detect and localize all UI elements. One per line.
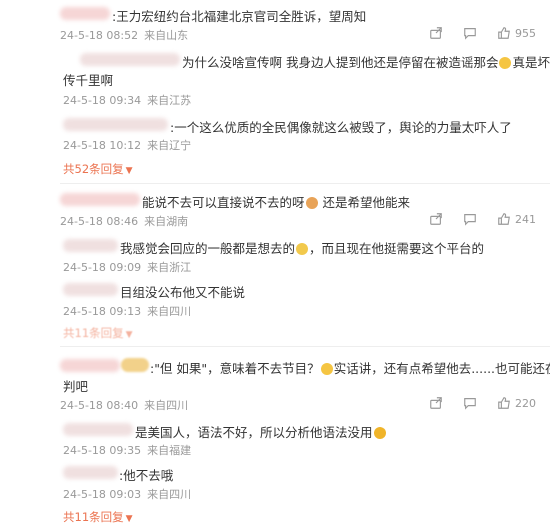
- comment-location: 来自山东: [144, 29, 189, 42]
- comment-date: 24-5-18 08:52: [60, 29, 139, 42]
- comment-location: 来自湖南: [144, 215, 189, 228]
- reply-date: 24-5-18 09:34: [63, 94, 142, 107]
- chevron-down-icon: ▼: [125, 330, 133, 340]
- reply-location: 来自浙江: [147, 261, 192, 274]
- share-icon: [430, 27, 442, 39]
- reply-date: 24-5-18 09:09: [63, 261, 142, 274]
- comment-text: 能说不去可以直接说不去的呀 还是希望他能来: [142, 195, 411, 210]
- comment-meta: 24-5-18 08:46 来自湖南: [60, 213, 194, 229]
- reply-text: :他不去哦: [119, 468, 174, 483]
- thumbs-up-icon: [498, 27, 510, 39]
- like-button[interactable]: 220: [497, 396, 536, 410]
- thinking-emoji-icon: [296, 243, 309, 255]
- laugh-emoji-icon: [499, 57, 512, 69]
- comment-text: :"但 如果"，意味着不去节目？ 实话讲，还有点希望他去......也可能还在谈: [150, 361, 550, 376]
- reply-text: 我感觉会回应的一般都是想去的 ，而且现在他挺需要这个平台的: [120, 241, 485, 256]
- blurred-username: [60, 359, 120, 372]
- reply-location: 来自辽宁: [147, 139, 192, 152]
- reply-location: 来自四川: [147, 305, 192, 318]
- reply-text: :一个这么优质的全民偶像就这么被毁了，舆论的力量太吓人了: [170, 120, 512, 135]
- reply-date: 24-5-18 09:13: [63, 305, 142, 318]
- comment-text: :王力宏纽约台北福建北京官司全胜诉，望周知: [112, 9, 367, 24]
- share-icon: [430, 213, 442, 225]
- comment-actions: 955: [429, 26, 536, 40]
- reply-text: 是美国人，语法不好，所以分析他语法没用: [135, 422, 387, 441]
- thumbs-up-icon: [498, 213, 510, 225]
- divider: [60, 346, 550, 347]
- like-count: 220: [515, 396, 536, 410]
- blurred-username: [63, 118, 168, 131]
- like-button[interactable]: 241: [497, 212, 536, 226]
- blurred-username: [60, 193, 140, 206]
- comment-date: 24-5-18 08:46: [60, 215, 139, 228]
- user-badge-icon: [121, 358, 149, 372]
- share-button[interactable]: [429, 212, 443, 226]
- blurred-username: [80, 53, 180, 66]
- smirk-emoji-icon: [320, 363, 333, 375]
- comment-button[interactable]: [463, 26, 477, 40]
- reply-location: 来自福建: [147, 444, 192, 457]
- blurred-username: [60, 7, 110, 20]
- more-replies-link[interactable]: 共11条回复 ▼: [63, 325, 133, 341]
- comment-actions: 241: [429, 212, 536, 226]
- comment-location: 来自四川: [144, 399, 189, 412]
- like-count: 955: [515, 26, 536, 40]
- reply-date: 24-5-18 09:03: [63, 488, 142, 501]
- comment-button[interactable]: [463, 212, 477, 226]
- chevron-down-icon: ▼: [125, 514, 133, 524]
- thumbs-up-icon: [498, 397, 510, 409]
- reply-meta: 24-5-18 09:13 来自四川: [63, 303, 197, 319]
- comment-meta: 24-5-18 08:52 来自山东: [60, 27, 194, 43]
- reply-date: 24-5-18 10:12: [63, 139, 142, 152]
- reply-text-line2: 传千里啊: [63, 73, 114, 88]
- comment-button[interactable]: [463, 396, 477, 410]
- reply-meta: 24-5-18 09:03 来自四川: [63, 486, 197, 502]
- blurred-username: [63, 423, 133, 436]
- comment-icon: [464, 398, 476, 410]
- reply-meta: 24-5-18 09:09 来自浙江: [63, 259, 197, 275]
- comment-text-line2: 判吧: [63, 379, 89, 394]
- reply-meta: 24-5-18 09:34 来自江苏: [63, 92, 197, 108]
- comment-icon: [464, 28, 476, 40]
- reply-text: 目组没公布他又不能说: [120, 285, 246, 300]
- awkward-emoji-icon: [373, 427, 386, 439]
- reply-location: 来自四川: [147, 488, 192, 501]
- cat-emoji-icon: [305, 197, 318, 209]
- blurred-username: [63, 283, 118, 296]
- like-button[interactable]: 955: [497, 26, 536, 40]
- blurred-username: [63, 466, 118, 479]
- like-count: 241: [515, 212, 536, 226]
- reply-location: 来自江苏: [147, 94, 192, 107]
- reply-date: 24-5-18 09:35: [63, 444, 142, 457]
- comment-actions: 220: [429, 396, 536, 410]
- chevron-down-icon: ▼: [125, 166, 133, 176]
- share-button[interactable]: [429, 396, 443, 410]
- comment-meta: 24-5-18 08:40 来自四川: [60, 397, 194, 413]
- reply-meta: 24-5-18 09:35 来自福建: [63, 442, 197, 458]
- comment-date: 24-5-18 08:40: [60, 399, 139, 412]
- share-button[interactable]: [429, 26, 443, 40]
- divider: [60, 183, 550, 184]
- reply-text: 为什么没啥宣传啊 我身边人提到他还是停留在被造谣那会真是坏事: [182, 55, 550, 70]
- blurred-username: [63, 239, 118, 252]
- reply-meta: 24-5-18 10:12 来自辽宁: [63, 137, 197, 153]
- share-icon: [430, 397, 442, 409]
- more-replies-link[interactable]: 共11条回复 ▼: [63, 509, 133, 525]
- comment-icon: [464, 214, 476, 226]
- more-replies-link[interactable]: 共52条回复 ▼: [63, 161, 133, 177]
